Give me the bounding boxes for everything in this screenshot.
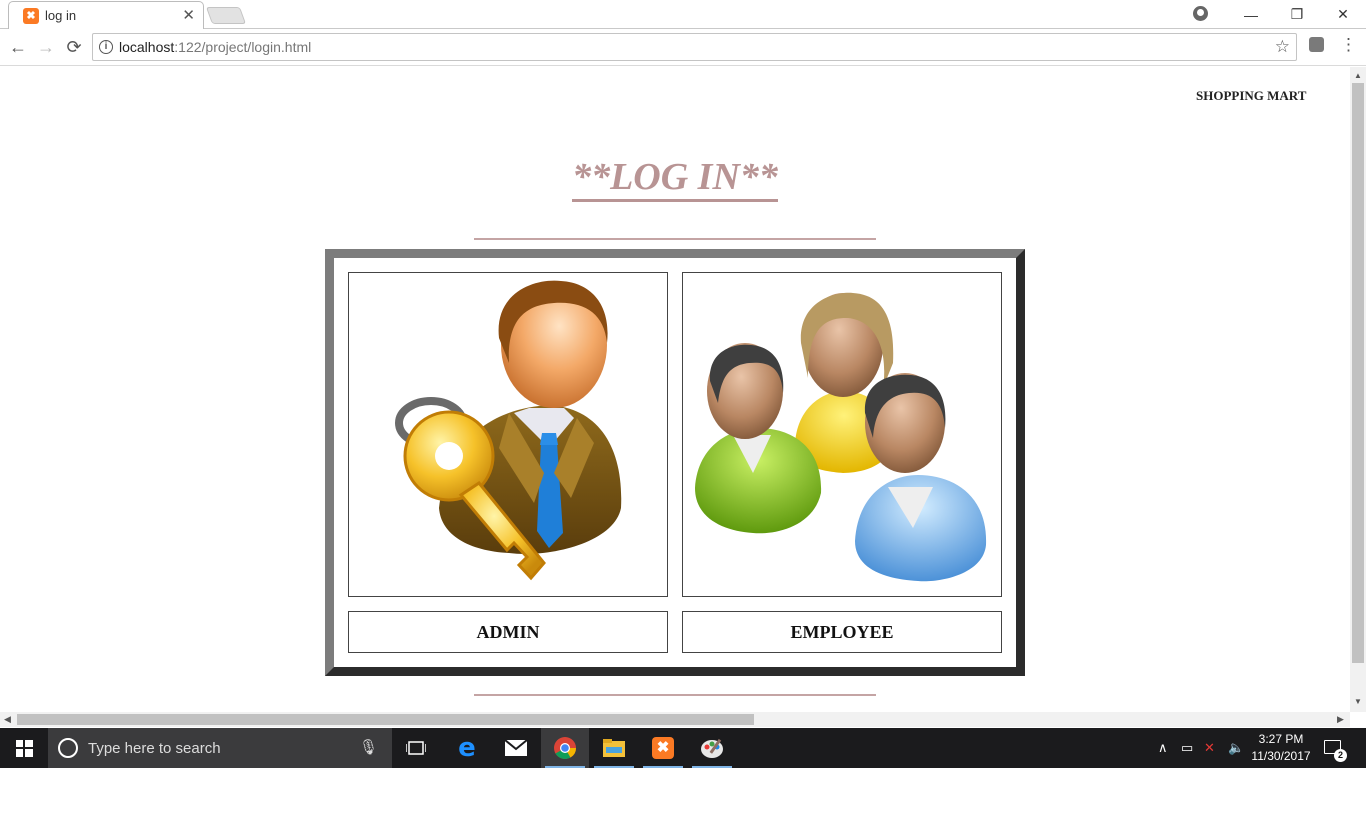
taskbar-search-placeholder: Type here to search: [88, 740, 221, 757]
windows-taskbar: Type here to search 🎙 e ✖ ∧ ▭ ✕ 🔈 3:27 P…: [0, 728, 1366, 768]
mail-icon[interactable]: [492, 728, 540, 768]
chrome-icon[interactable]: [541, 728, 589, 768]
tab-close-icon[interactable]: ✕: [182, 6, 195, 24]
browser-toolbar: ← → ⟳ i localhost:122/project/login.html…: [0, 29, 1366, 66]
employee-image-cell[interactable]: [682, 272, 1002, 597]
cortana-icon: [58, 738, 78, 758]
url-text[interactable]: localhost:122/project/login.html: [119, 39, 311, 55]
clock-date: 11/30/2017: [1251, 749, 1311, 763]
page-viewport: SHOPPING MART **LOG IN** ADMIN EMPLOYEE: [0, 67, 1350, 712]
scroll-left-arrow-icon[interactable]: ◀: [4, 714, 11, 725]
restore-button[interactable]: ❐: [1274, 0, 1320, 29]
minimize-button[interactable]: —: [1228, 0, 1274, 29]
scroll-down-arrow-icon[interactable]: ▼: [1354, 697, 1362, 706]
site-info-icon[interactable]: i: [99, 40, 113, 54]
browser-tab-strip: ✖ log in ✕ — ❐ ✕: [0, 0, 1366, 29]
edge-icon[interactable]: e: [443, 728, 491, 768]
bookmark-star-icon[interactable]: ☆: [1275, 37, 1290, 57]
admin-login-button[interactable]: ADMIN: [348, 611, 668, 653]
notification-count-badge: 2: [1334, 749, 1347, 762]
page-title-text: **LOG IN**: [572, 156, 778, 202]
brand-name: SHOPPING MART: [1196, 88, 1307, 103]
divider-top: [474, 238, 876, 240]
admin-image-cell[interactable]: [348, 272, 668, 597]
taskbar-search-box[interactable]: Type here to search 🎙: [48, 728, 392, 768]
employee-login-button[interactable]: EMPLOYEE: [682, 611, 1002, 653]
battery-icon[interactable]: ▭: [1181, 740, 1193, 756]
tab-title: log in: [45, 8, 77, 23]
url-host: localhost: [119, 39, 175, 55]
horizontal-scrollbar[interactable]: ◀ ▶: [0, 712, 1350, 727]
xampp-icon[interactable]: ✖: [639, 728, 687, 768]
volume-icon[interactable]: 🔈: [1228, 740, 1244, 756]
close-window-button[interactable]: ✕: [1320, 0, 1366, 29]
show-hidden-icons[interactable]: ∧: [1158, 740, 1168, 756]
paint-icon[interactable]: [688, 728, 736, 768]
admin-key-icon: [395, 280, 622, 581]
reload-button[interactable]: ⟳: [62, 35, 86, 59]
start-button[interactable]: [0, 728, 48, 768]
employee-group-icon: [695, 292, 987, 582]
windows-logo-icon: [15, 739, 33, 757]
page-title: **LOG IN**: [0, 155, 1350, 202]
browser-menu-icon[interactable]: ⋮: [1340, 35, 1357, 55]
horizontal-scroll-thumb[interactable]: [17, 714, 754, 725]
address-bar[interactable]: i localhost:122/project/login.html ☆: [92, 33, 1297, 61]
network-icon[interactable]: ✕: [1204, 740, 1215, 756]
clock-time: 3:27 PM: [1258, 732, 1304, 746]
divider-bottom: [474, 694, 876, 696]
taskbar-clock[interactable]: 3:27 PM 11/30/2017: [1250, 731, 1312, 765]
new-tab-button[interactable]: [205, 7, 247, 24]
back-button[interactable]: ←: [6, 35, 30, 59]
forward-button[interactable]: →: [34, 35, 58, 59]
scroll-up-arrow-icon[interactable]: ▲: [1354, 71, 1362, 80]
account-icon[interactable]: [1193, 6, 1208, 21]
login-options-panel: ADMIN EMPLOYEE: [325, 249, 1025, 676]
microphone-icon[interactable]: 🎙: [359, 738, 378, 756]
xampp-favicon-icon: ✖: [23, 8, 39, 24]
url-path: :122/project/login.html: [174, 39, 312, 55]
vertical-scrollbar[interactable]: ▲ ▼: [1350, 67, 1366, 712]
task-view-icon[interactable]: [392, 728, 440, 768]
window-controls: — ❐ ✕: [1228, 0, 1366, 29]
scroll-right-arrow-icon[interactable]: ▶: [1337, 714, 1344, 725]
extension-icon[interactable]: [1309, 37, 1324, 52]
browser-tab-active[interactable]: ✖ log in ✕: [8, 1, 204, 29]
file-explorer-icon[interactable]: [590, 728, 638, 768]
vertical-scroll-thumb[interactable]: [1352, 83, 1364, 663]
